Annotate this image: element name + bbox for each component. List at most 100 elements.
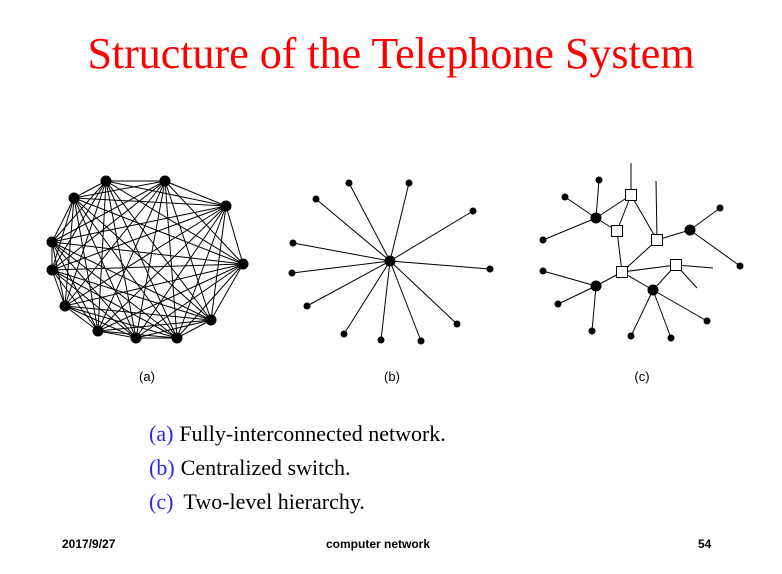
local-loop [630,289,654,337]
star-link [389,260,422,342]
star-link [348,182,391,262]
local-loop [689,229,741,267]
local-loop [591,285,597,332]
telephone-node [561,193,569,201]
trunk-link [621,264,677,273]
central-switch-node [384,255,396,267]
fully-interconnected-diagram [46,175,249,344]
telephone-node [539,236,547,244]
end-office-node [340,330,348,338]
mesh-node [205,314,217,326]
mesh-link [210,263,244,321]
panel-label-a: (a) [139,369,155,384]
telephone-node [539,267,547,275]
mesh-link [164,180,227,207]
telephone-node [716,204,724,212]
mesh-link [51,241,212,321]
local-loop [595,179,600,219]
mesh-node [46,264,58,276]
mesh-node [130,332,142,344]
mesh-node [68,192,80,204]
telephone-node [736,262,744,270]
mesh-node [159,175,171,187]
mesh-link [51,269,99,332]
mesh-link [210,205,227,321]
end-office-node [453,320,461,328]
local-loop [652,289,708,322]
star-link [292,242,391,262]
toll-office-node [651,234,663,246]
mesh-link [64,263,244,307]
caption-text-a: Fully-interconnected network. [179,421,446,446]
telephone-node [588,327,596,335]
star-link [291,260,391,274]
end-office-node [288,269,296,277]
caption-key-a: (a) [149,421,174,446]
end-office-node [417,337,425,345]
star-link [389,210,474,262]
end-office-node [590,280,602,292]
mesh-link [176,263,244,339]
star-link [306,260,391,307]
toll-office-node [670,259,682,271]
trunk-link [630,194,658,241]
local-loop [542,217,597,241]
centralized-switch-diagram [288,179,494,345]
footer-course: computer network [326,537,431,551]
star-link [389,260,458,325]
caption-list: (a) Fully-interconnected network. (b) Cent… [149,417,446,519]
mesh-node [92,325,104,337]
mesh-link [51,205,227,243]
star-link [389,182,410,262]
toll-office-node [611,225,623,237]
caption-b: (b) Centralized switch. [149,451,446,485]
mesh-link [51,263,244,271]
end-office-node [647,284,659,296]
caption-text-c: Two-level hierarchy. [183,489,365,514]
local-loop [557,285,597,305]
toll-office-node [625,189,637,201]
local-loop [652,289,672,339]
mesh-node [171,332,183,344]
end-office-node [405,179,413,187]
end-office-node [303,302,311,310]
star-link [315,198,391,262]
end-office-node [289,239,297,247]
end-office-node [469,207,477,215]
mesh-node [46,236,58,248]
toll-office-node [616,266,628,278]
end-office-node [684,224,696,236]
trunk-link [616,230,623,273]
local-loop [542,270,597,287]
mesh-node [220,200,232,212]
star-link [389,260,491,270]
mesh-node [59,300,71,312]
end-office-node [377,336,385,344]
local-loop [689,207,721,231]
caption-text-b: Centralized switch. [180,455,351,480]
telephone-node [595,176,603,184]
caption-key-b: (b) [149,455,175,480]
mesh-node [237,258,249,270]
footer-date: 2017/9/27 [62,537,116,551]
end-office-node [486,265,494,273]
panel-label-c: (c) [634,369,650,384]
mesh-link [176,205,227,339]
mesh-node [100,175,112,187]
end-office-node [345,179,353,187]
mesh-link [105,180,244,265]
caption-c: (c) Two-level hierarchy. [149,485,446,519]
caption-a: (a) Fully-interconnected network. [149,417,446,451]
trunk-link [655,180,658,241]
telephone-node [627,332,635,340]
telephone-node [667,334,675,342]
caption-key-c: (c) [149,489,174,514]
mesh-link [97,263,244,332]
two-level-hierarchy-diagram [539,163,744,342]
mesh-link [97,205,227,332]
telephone-node [703,317,711,325]
local-loop [564,196,597,219]
end-office-node [312,195,320,203]
end-office-node [590,212,602,224]
panel-label-b: (b) [384,369,400,384]
